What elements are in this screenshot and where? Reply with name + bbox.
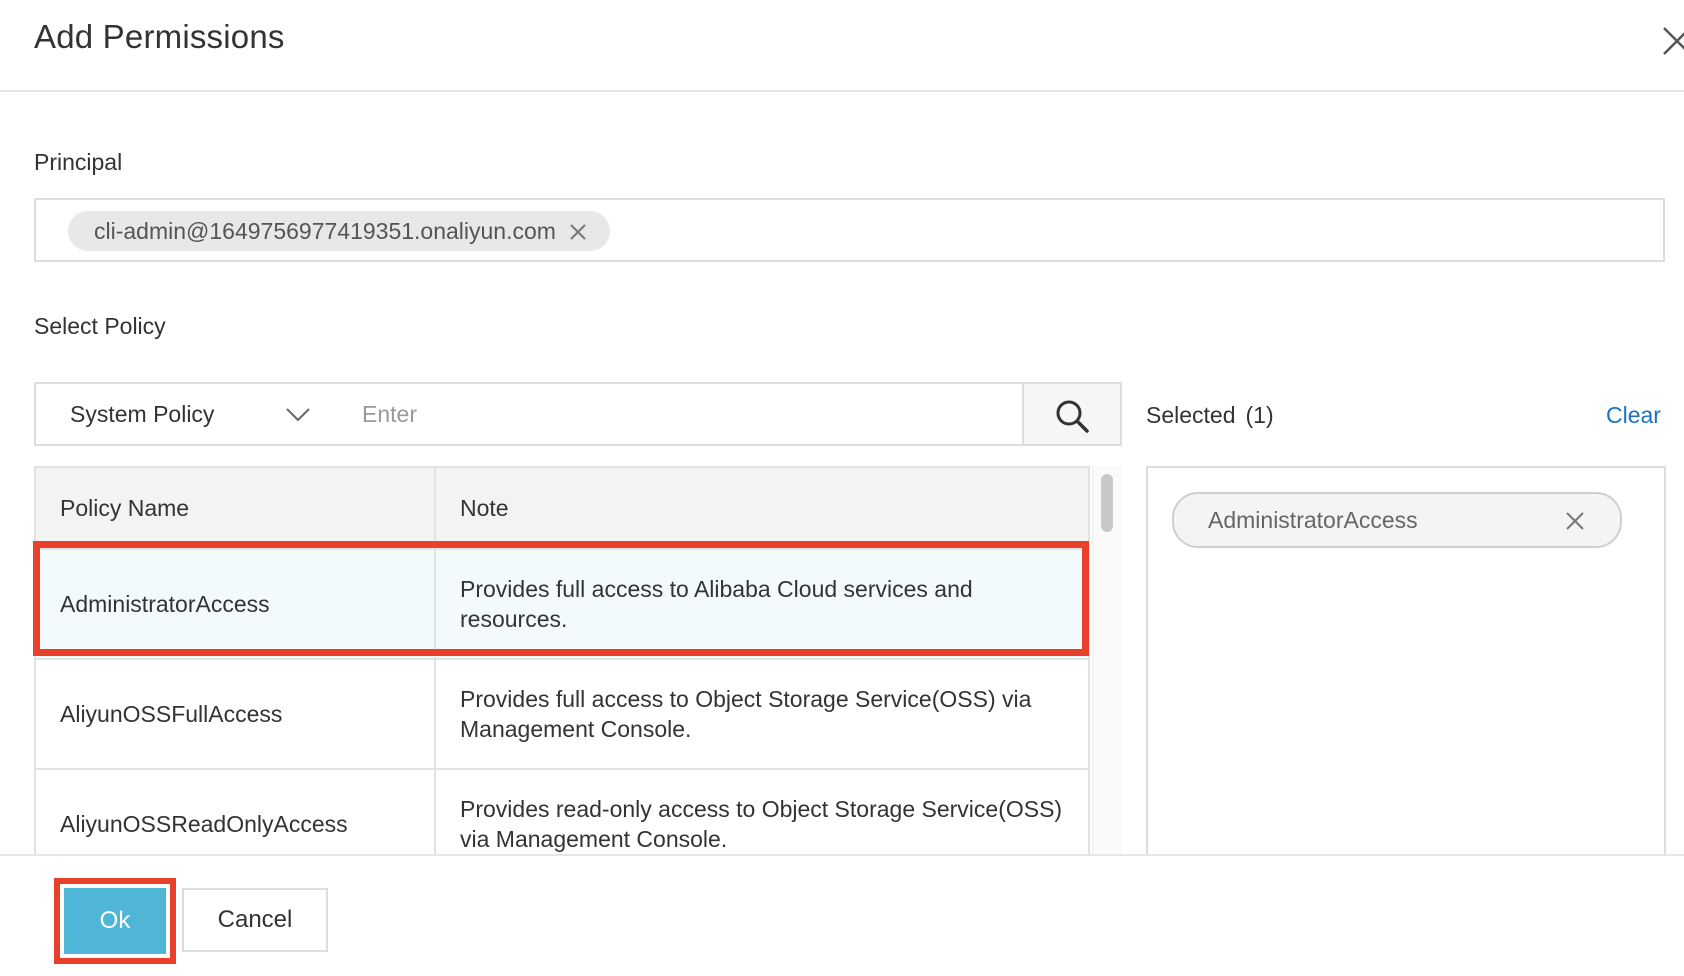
ok-button[interactable]: Ok [64,888,166,954]
remove-selected-icon[interactable] [1564,510,1586,532]
dialog-header: Add Permissions [0,0,1684,92]
column-header-policy-name[interactable]: Policy Name [34,466,436,550]
selected-title: Selected [1146,402,1236,428]
column-header-note[interactable]: Note [434,466,1090,550]
dialog-title: Add Permissions [34,18,285,55]
policy-table: Policy Name Note AdministratorAccess Pro… [34,466,1124,854]
search-icon [1056,400,1089,433]
selected-panel: AdministratorAccess [1146,466,1666,866]
policy-note-cell: Provides read-only access to Object Stor… [434,768,1090,854]
close-button[interactable] [1662,20,1684,56]
selected-policy-label: AdministratorAccess [1208,506,1418,533]
table-row[interactable]: AliyunOSSFullAccess Provides full access… [34,658,1090,770]
selected-count: (1) [1245,402,1274,428]
cancel-button[interactable]: Cancel [182,888,328,952]
policy-type-select[interactable]: System Policy [34,382,330,446]
table-row[interactable]: AliyunOSSReadOnlyAccess Provides read-on… [34,768,1090,854]
table-scrollbar-thumb[interactable] [1101,474,1113,532]
policy-type-value: System Policy [70,400,215,427]
table-row[interactable]: AdministratorAccess Provides full access… [34,548,1090,660]
close-icon [1663,27,1684,55]
select-policy-label: Select Policy [34,313,166,339]
selected-policy-tag: AdministratorAccess [1172,492,1622,548]
policy-name-cell: AliyunOSSReadOnlyAccess [34,768,436,854]
principal-tag-label: cli-admin@1649756977419351.onaliyun.com [94,217,556,244]
clear-link[interactable]: Clear [1606,402,1661,429]
principal-tag-remove-icon[interactable] [568,221,588,241]
principal-label: Principal [34,149,123,175]
policy-name-cell: AdministratorAccess [34,548,436,660]
chevron-down-icon [286,408,310,422]
search-button[interactable] [1022,382,1122,446]
policy-note-cell: Provides full access to Alibaba Cloud se… [434,548,1090,660]
policy-search-input[interactable] [328,382,1024,446]
principal-tag: cli-admin@1649756977419351.onaliyun.com [68,211,610,251]
principal-field[interactable]: cli-admin@1649756977419351.onaliyun.com [34,198,1665,262]
table-header-row: Policy Name Note [34,466,1090,550]
policy-note-cell: Provides full access to Object Storage S… [434,658,1090,770]
selected-header: Selected (1) [1146,402,1274,429]
policy-name-cell: AliyunOSSFullAccess [34,658,436,770]
